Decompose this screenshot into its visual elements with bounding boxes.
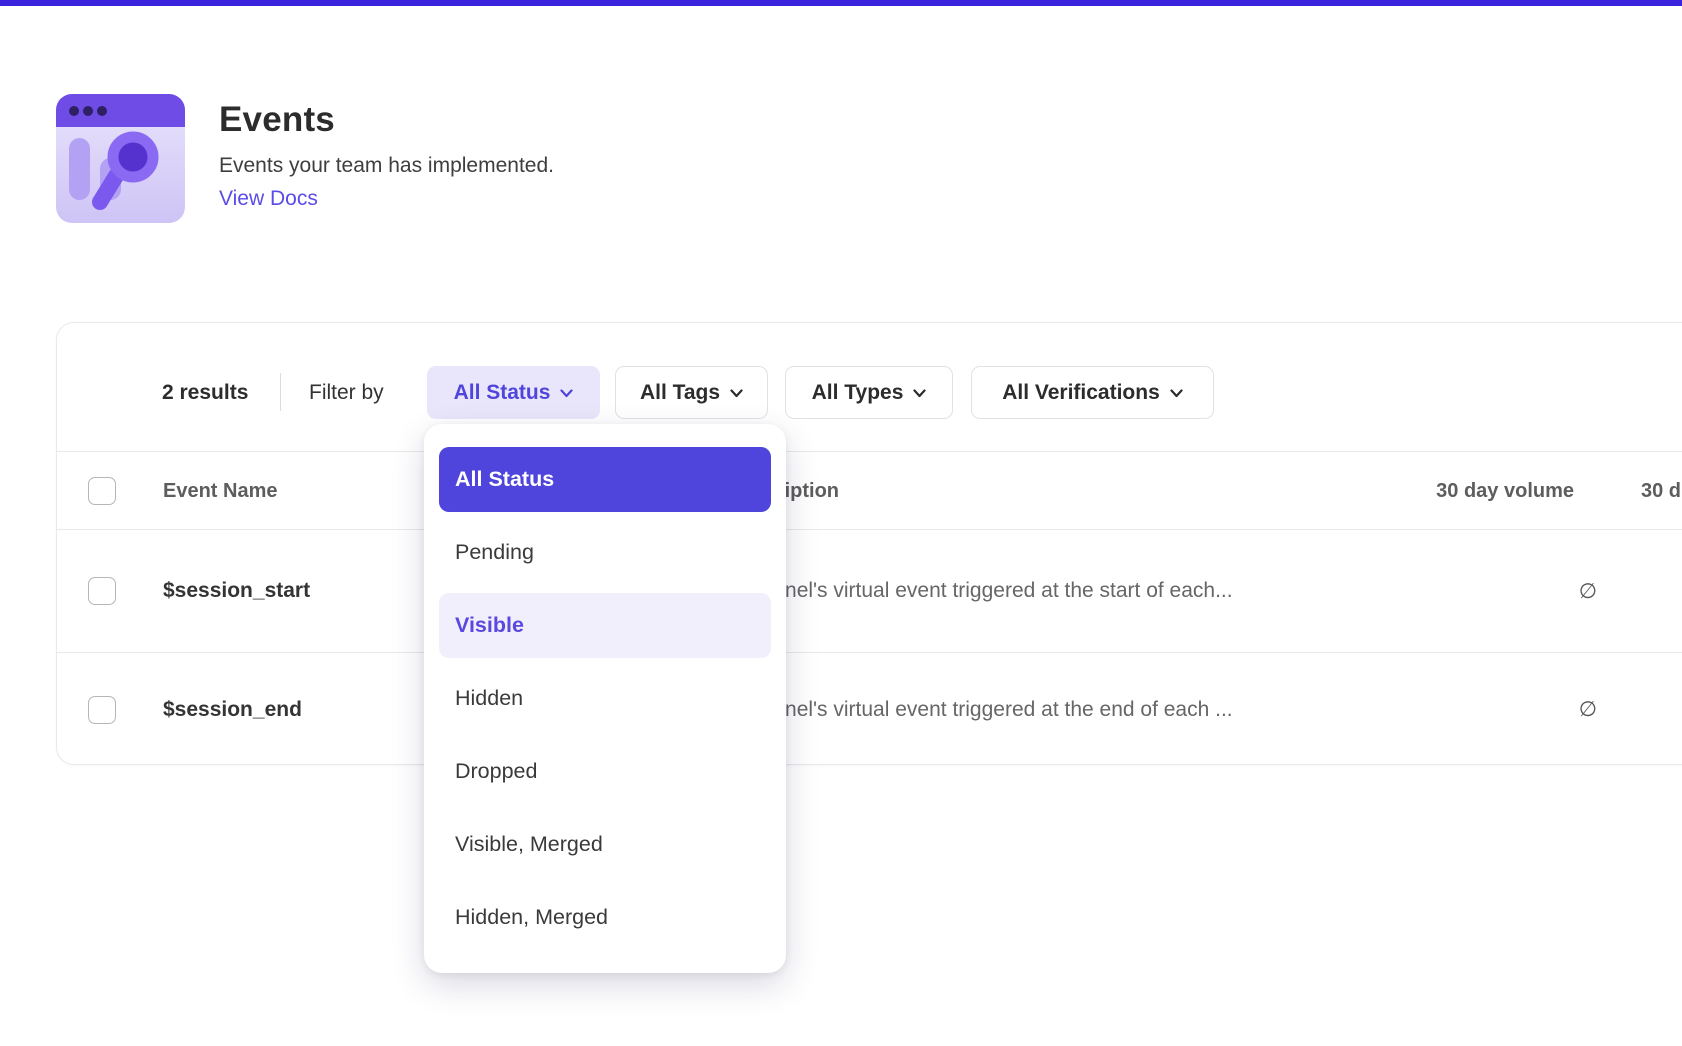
column-header-30d-partial[interactable]: 30 d bbox=[1641, 452, 1681, 531]
view-docs-link[interactable]: View Docs bbox=[219, 187, 318, 211]
select-all-checkbox[interactable] bbox=[88, 477, 116, 505]
chevron-down-icon bbox=[730, 389, 743, 398]
chevron-down-icon bbox=[913, 389, 926, 398]
dropdown-item-hidden[interactable]: Hidden bbox=[439, 666, 771, 731]
tags-filter-button[interactable]: All Tags bbox=[615, 366, 768, 419]
types-filter-button[interactable]: All Types bbox=[785, 366, 953, 419]
dropdown-item-all-status[interactable]: All Status bbox=[439, 447, 771, 512]
event-name-link[interactable]: $session_start bbox=[163, 530, 310, 652]
event-30-day-volume: ∅ bbox=[1257, 530, 1597, 652]
status-filter-button[interactable]: All Status bbox=[427, 366, 600, 419]
row-checkbox[interactable] bbox=[88, 696, 116, 724]
column-header-30-day-volume[interactable]: 30 day volume bbox=[1257, 452, 1574, 531]
dropdown-item-dropped[interactable]: Dropped bbox=[439, 739, 771, 804]
table-row: $session_start Mixpanel's virtual event … bbox=[57, 530, 1682, 652]
topbar-accent-strip bbox=[0, 0, 1682, 6]
event-description: Mixpanel's virtual event triggered at th… bbox=[729, 653, 1233, 766]
chevron-down-icon bbox=[560, 389, 573, 398]
dropdown-item-pending[interactable]: Pending bbox=[439, 520, 771, 585]
event-name-link[interactable]: $session_end bbox=[163, 653, 302, 766]
chevron-down-icon bbox=[1170, 389, 1183, 398]
filter-by-label: Filter by bbox=[309, 366, 384, 419]
table-row: $session_end Mixpanel's virtual event tr… bbox=[57, 652, 1682, 766]
dropdown-item-visible-merged[interactable]: Visible, Merged bbox=[439, 812, 771, 877]
column-header-event-name[interactable]: Event Name bbox=[163, 452, 278, 531]
status-dropdown-menu: All Status Pending Visible Hidden Droppe… bbox=[424, 424, 786, 973]
dropdown-item-hidden-merged[interactable]: Hidden, Merged bbox=[439, 885, 771, 950]
types-filter-label: All Types bbox=[812, 381, 904, 405]
toolbar-divider bbox=[280, 373, 281, 411]
page-header: Events Events your team has implemented.… bbox=[56, 94, 554, 223]
status-filter-label: All Status bbox=[454, 381, 551, 405]
row-checkbox[interactable] bbox=[88, 577, 116, 605]
event-description: Mixpanel's virtual event triggered at th… bbox=[729, 530, 1233, 652]
verifications-filter-label: All Verifications bbox=[1002, 381, 1160, 405]
tags-filter-label: All Tags bbox=[640, 381, 720, 405]
results-count: 2 results bbox=[162, 366, 248, 419]
event-30-day-volume: ∅ bbox=[1257, 653, 1597, 766]
page-subtitle: Events your team has implemented. bbox=[219, 153, 554, 178]
page-title: Events bbox=[219, 100, 554, 140]
table-header-row: Event Name Description 30 day volume 30 … bbox=[57, 451, 1682, 530]
verifications-filter-button[interactable]: All Verifications bbox=[971, 366, 1214, 419]
events-table-card: 2 results Filter by All Status All Tags … bbox=[56, 322, 1682, 765]
dropdown-item-visible[interactable]: Visible bbox=[439, 593, 771, 658]
events-browser-chart-magnifier-icon bbox=[56, 94, 185, 223]
